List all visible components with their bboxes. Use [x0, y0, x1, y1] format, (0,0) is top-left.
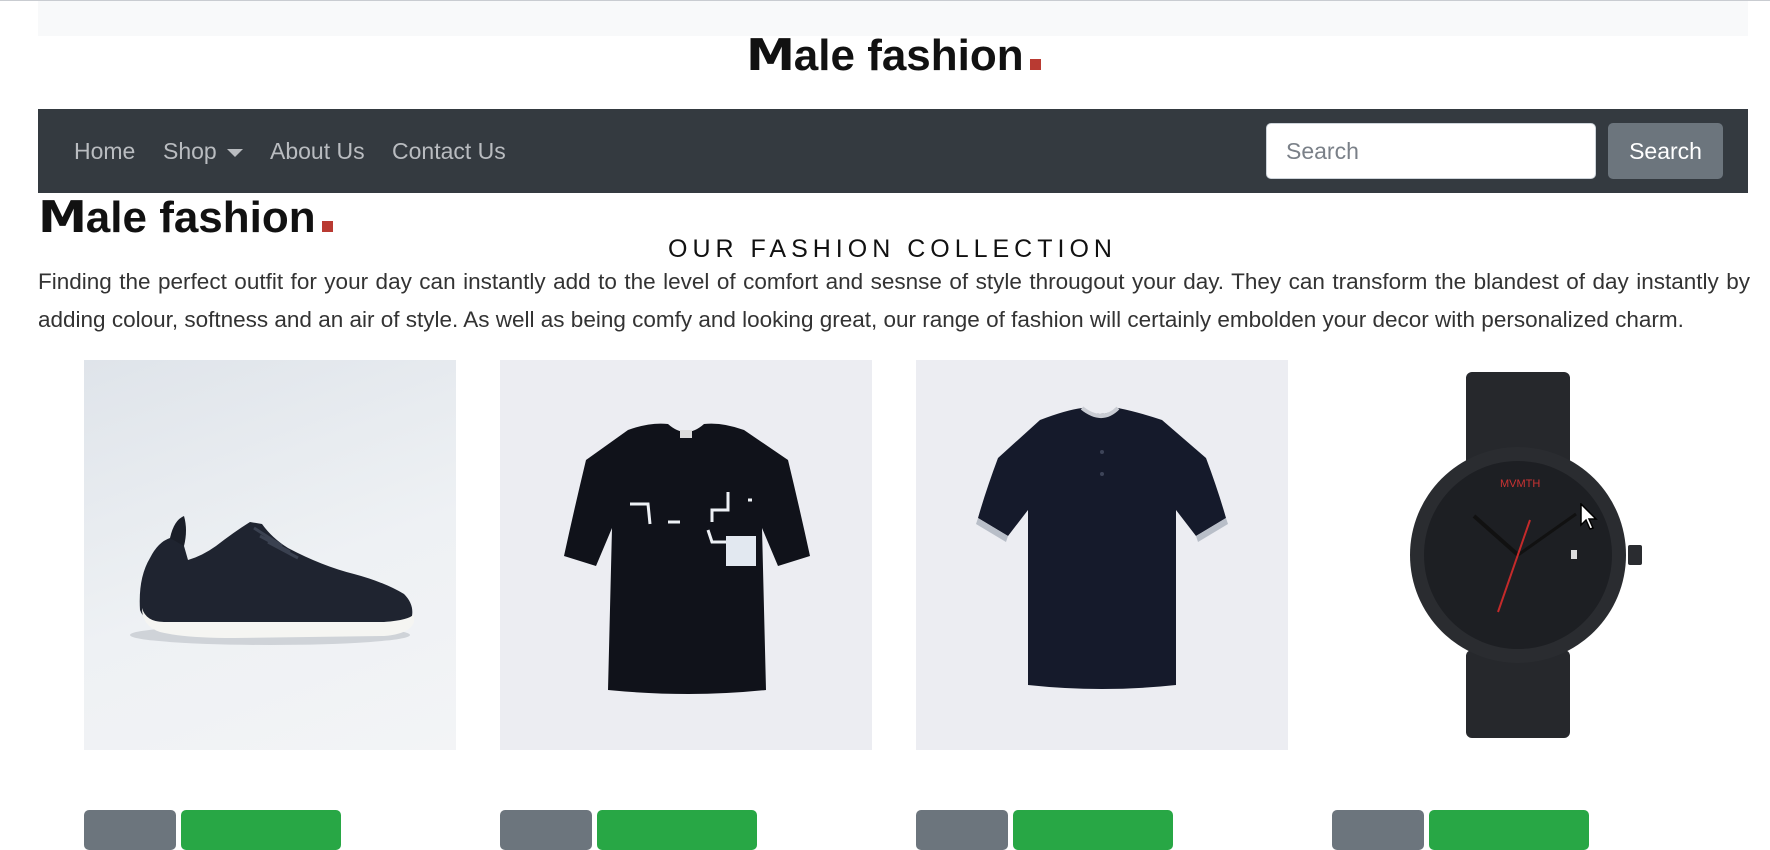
product-success-button[interactable] — [1013, 810, 1173, 850]
collection-title: OUR FASHION COLLECTION — [668, 235, 1117, 263]
product-card — [84, 360, 456, 850]
product-card: MVMTH — [1332, 360, 1704, 850]
product-secondary-button[interactable] — [84, 810, 176, 850]
logo-dot-icon — [1029, 59, 1041, 70]
product-secondary-button[interactable] — [916, 810, 1008, 850]
nav-shop-dropdown[interactable]: Shop — [163, 109, 243, 193]
search-button[interactable]: Search — [1608, 123, 1723, 179]
watch-brand-text: MVMTH — [1500, 478, 1540, 490]
product-card — [916, 360, 1288, 850]
product-secondary-button[interactable] — [1332, 810, 1424, 850]
section-logo-dot-icon — [321, 221, 333, 232]
black-sneaker-image[interactable] — [84, 360, 456, 750]
nav-contact-us[interactable]: Contact Us — [392, 109, 506, 193]
site-logo[interactable]: Male fashion — [746, 30, 1041, 81]
nav-about-us[interactable]: About Us — [270, 109, 365, 193]
product-success-button[interactable] — [181, 810, 341, 850]
black-graphic-tshirt-image[interactable] — [500, 360, 872, 750]
navbar: Home Shop About Us Contact Us Search — [38, 109, 1748, 193]
mouse-cursor-icon — [1580, 503, 1598, 530]
product-success-button[interactable] — [1429, 810, 1589, 850]
logo-text: ale fashion — [793, 31, 1024, 80]
nav-home[interactable]: Home — [74, 109, 135, 193]
product-success-button[interactable] — [597, 810, 757, 850]
product-card — [500, 360, 872, 850]
navy-polo-shirt-image[interactable] — [916, 360, 1288, 750]
nav-shop-label: Shop — [163, 138, 217, 164]
caret-down-icon — [226, 148, 243, 157]
logo-letter: M — [746, 30, 796, 81]
collection-description: Finding the perfect outfit for your day … — [38, 269, 1750, 332]
black-wristwatch-image[interactable]: MVMTH — [1332, 360, 1704, 750]
search-input[interactable] — [1266, 123, 1596, 179]
product-secondary-button[interactable] — [500, 810, 592, 850]
